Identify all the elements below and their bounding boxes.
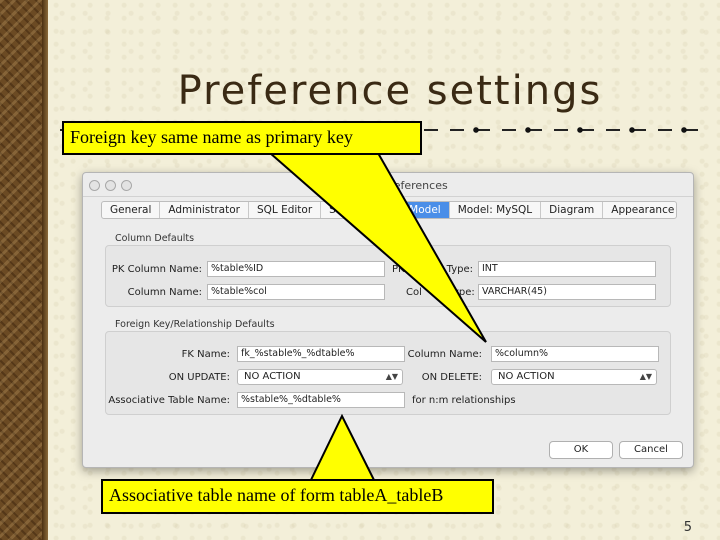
bottom-callout-pointer — [308, 413, 377, 483]
top-callout: Foreign key same name as primary key — [62, 121, 422, 155]
callout-pointers — [267, 152, 487, 483]
bottom-callout: Associative table name of form tableA_ta… — [101, 479, 494, 514]
top-callout-pointer — [267, 152, 487, 343]
